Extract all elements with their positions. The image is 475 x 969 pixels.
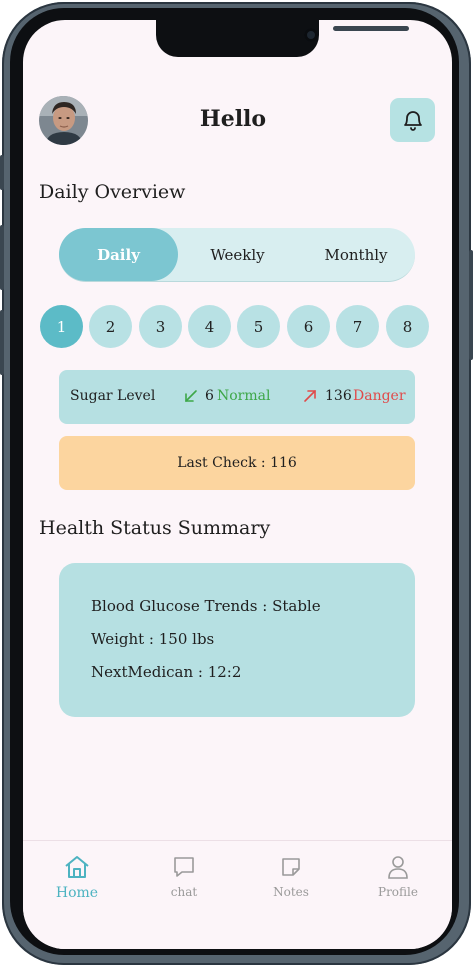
front-camera	[304, 28, 318, 42]
arrow-down-left-icon	[183, 388, 199, 408]
tab-weekly[interactable]: Weekly	[178, 228, 297, 281]
summary-next-medication: NextMedican : 12:2	[91, 663, 242, 681]
day-chip-2[interactable]: 2	[89, 305, 132, 348]
nav-notes[interactable]: Notes	[251, 853, 331, 899]
sugar-high-status: Danger	[353, 388, 406, 404]
speaker-grille	[333, 26, 409, 31]
mute-switch	[0, 155, 4, 190]
notes-icon	[282, 858, 300, 876]
sugar-high-value: 136	[325, 388, 352, 404]
tab-daily[interactable]: Daily	[59, 228, 178, 281]
day-chip-3[interactable]: 3	[139, 305, 182, 348]
sugar-low-value: 6	[205, 388, 214, 404]
summary-glucose-trend: Blood Glucose Trends : Stable	[91, 597, 321, 615]
day-chip-8[interactable]: 8	[386, 305, 429, 348]
volume-down-button	[0, 310, 4, 375]
sugar-low-status: Normal	[217, 388, 271, 404]
daily-overview-title: Daily Overview	[39, 181, 186, 203]
bottom-navigation: Home chat Notes Profile	[23, 840, 452, 949]
last-check-card: Last Check : 116	[59, 436, 415, 490]
nav-chat-label: chat	[170, 885, 198, 899]
volume-up-button	[0, 225, 4, 290]
day-chip-7[interactable]: 7	[336, 305, 379, 348]
avatar[interactable]	[39, 96, 88, 145]
page-title: Hello	[199, 106, 267, 132]
day-chip-1[interactable]: 1	[40, 305, 83, 348]
nav-profile[interactable]: Profile	[358, 853, 438, 899]
nav-chat[interactable]: chat	[144, 853, 224, 899]
sugar-level-label: Sugar Level	[70, 388, 156, 404]
nav-home[interactable]: Home	[37, 853, 117, 901]
sugar-level-card: Sugar Level 6 Normal 136 Danger	[59, 370, 415, 424]
notifications-button[interactable]	[390, 98, 435, 142]
day-chip-4[interactable]: 4	[188, 305, 231, 348]
summary-weight: Weight : 150 lbs	[91, 630, 215, 648]
app-screen: Hello Daily Overview Daily Weekly Monthl…	[23, 20, 452, 949]
arrow-up-right-icon	[302, 388, 318, 408]
bell-icon	[403, 111, 422, 131]
profile-icon	[388, 856, 408, 879]
day-chip-6[interactable]: 6	[287, 305, 330, 348]
tab-monthly[interactable]: Monthly	[297, 228, 415, 281]
notch	[156, 20, 409, 57]
power-button	[469, 250, 473, 360]
home-icon	[65, 856, 89, 878]
nav-profile-label: Profile	[378, 885, 418, 899]
chat-icon	[174, 857, 194, 877]
health-summary-title: Health Status Summary	[39, 517, 271, 539]
day-chip-5[interactable]: 5	[237, 305, 280, 348]
health-summary-card: Blood Glucose Trends : Stable Weight : 1…	[59, 563, 415, 717]
nav-notes-label: Notes	[273, 885, 309, 899]
nav-home-label: Home	[55, 885, 99, 901]
period-tabs: Daily Weekly Monthly	[59, 228, 415, 282]
